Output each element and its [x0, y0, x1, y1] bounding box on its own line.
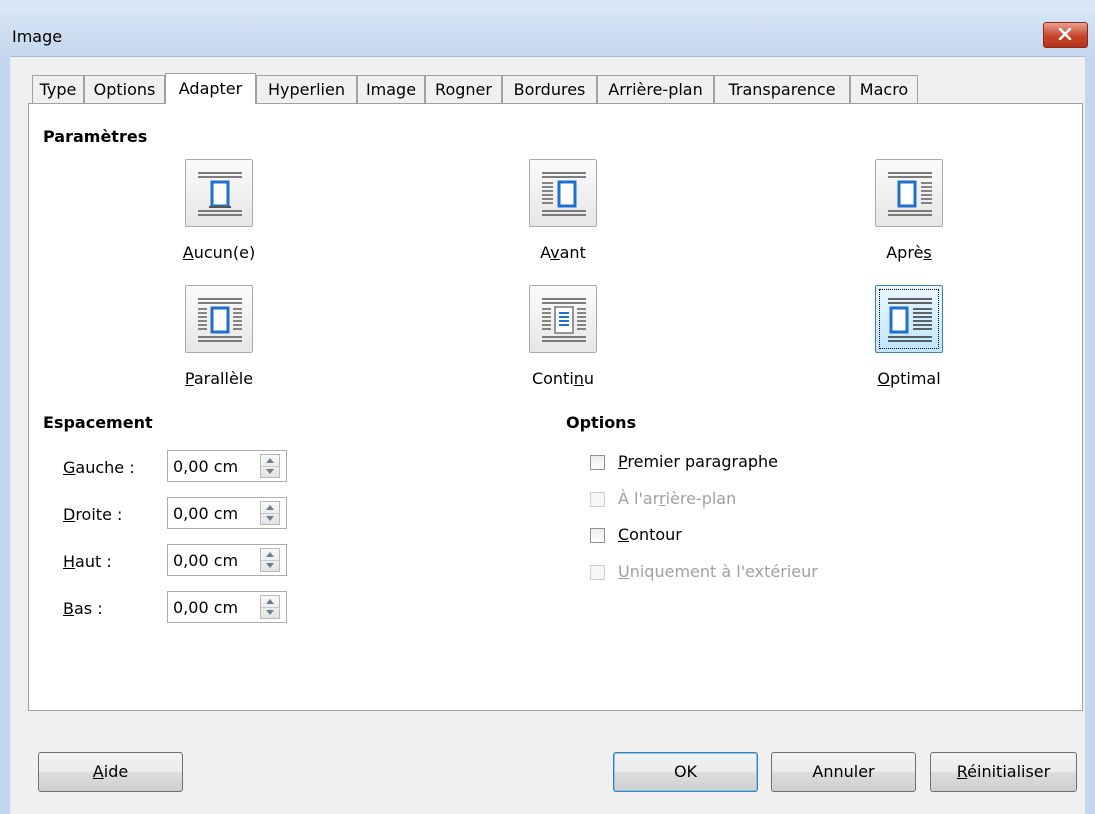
haut-label: Haut : [63, 552, 112, 571]
help-button[interactable]: Aide [38, 752, 183, 792]
wrap-through-button[interactable] [529, 285, 597, 353]
window-title: Image [12, 27, 63, 46]
wrap-optimal-icon [888, 298, 932, 342]
espacement-heading: Espacement [43, 413, 153, 432]
wrap-through-icon [542, 298, 586, 342]
gauche-stepper[interactable] [260, 454, 280, 478]
uniquement-exterieur-checkbox [590, 565, 605, 580]
bas-stepper[interactable] [260, 595, 280, 619]
tab-macro[interactable]: Macro [850, 75, 918, 103]
haut-stepper[interactable] [260, 548, 280, 572]
haut-spinfield[interactable]: 0,00 cm [167, 544, 287, 576]
wrap-optimal-button[interactable] [875, 285, 943, 353]
spin-up-icon[interactable] [266, 458, 274, 463]
reset-button[interactable]: Réinitialiser [930, 752, 1077, 792]
title-bar: Image [0, 0, 1095, 57]
gauche-value: 0,00 cm [173, 457, 239, 476]
wrap-parallel-button[interactable] [185, 285, 253, 353]
premier-paragraphe-checkbox[interactable] [590, 455, 605, 470]
spin-down-icon[interactable] [266, 469, 274, 474]
haut-value: 0,00 cm [173, 551, 239, 570]
ok-button[interactable]: OK [613, 752, 758, 792]
wrap-none-label: Aucun(e) [182, 243, 256, 262]
spin-up-icon[interactable] [266, 599, 274, 604]
tab-rogner[interactable]: Rogner [425, 75, 502, 103]
bas-value: 0,00 cm [173, 598, 239, 617]
close-icon [1058, 28, 1072, 40]
spin-down-icon[interactable] [266, 610, 274, 615]
wrap-before-button[interactable] [529, 159, 597, 227]
options-heading: Options [566, 413, 637, 432]
wrap-after-icon [888, 172, 932, 216]
droite-stepper[interactable] [260, 501, 280, 525]
tab-bordures[interactable]: Bordures [502, 75, 597, 103]
wrap-before-label: Avant [540, 243, 586, 262]
premier-paragraphe-label[interactable]: Premier paragraphe [618, 452, 778, 471]
tab-arriere-plan[interactable]: Arrière-plan [597, 75, 714, 103]
wrap-before-icon [542, 172, 586, 216]
contour-label[interactable]: Contour [618, 525, 682, 544]
bas-spinfield[interactable]: 0,00 cm [167, 591, 287, 623]
tab-adapter[interactable]: Adapter [165, 73, 256, 104]
droite-label: Droite : [63, 505, 123, 524]
tab-transparence[interactable]: Transparence [714, 75, 850, 103]
wrap-after-label: Après [886, 243, 932, 262]
wrap-optimal-label: Optimal [877, 369, 941, 388]
spin-up-icon[interactable] [266, 505, 274, 510]
wrap-parallel-label: Parallèle [184, 369, 254, 388]
tab-options[interactable]: Options [84, 75, 165, 103]
gauche-label: Gauche : [63, 458, 135, 477]
spin-down-icon[interactable] [266, 563, 274, 568]
spin-down-icon[interactable] [266, 516, 274, 521]
arriere-plan-label: À l'arrière-plan [618, 489, 737, 508]
contour-checkbox[interactable] [590, 528, 605, 543]
tab-image[interactable]: Image [357, 75, 425, 103]
droite-value: 0,00 cm [173, 504, 239, 523]
close-button[interactable] [1043, 22, 1088, 48]
wrap-after-button[interactable] [875, 159, 943, 227]
window-frame-left [0, 56, 10, 814]
tab-type[interactable]: Type [32, 75, 84, 103]
wrap-through-label: Continu [531, 369, 595, 388]
spin-up-icon[interactable] [266, 552, 274, 557]
wrap-none-button[interactable] [185, 159, 253, 227]
parametres-heading: Paramètres [43, 127, 148, 146]
arriere-plan-checkbox [590, 492, 605, 507]
bas-label: Bas : [63, 599, 103, 618]
cancel-button[interactable]: Annuler [771, 752, 916, 792]
uniquement-exterieur-label: Uniquement à l'extérieur [618, 562, 818, 581]
window-frame-right [1085, 56, 1095, 814]
tab-hyperlien[interactable]: Hyperlien [256, 75, 357, 103]
droite-spinfield[interactable]: 0,00 cm [167, 497, 287, 529]
wrap-none-icon [198, 172, 242, 216]
gauche-spinfield[interactable]: 0,00 cm [167, 450, 287, 482]
wrap-parallel-icon [198, 298, 242, 342]
